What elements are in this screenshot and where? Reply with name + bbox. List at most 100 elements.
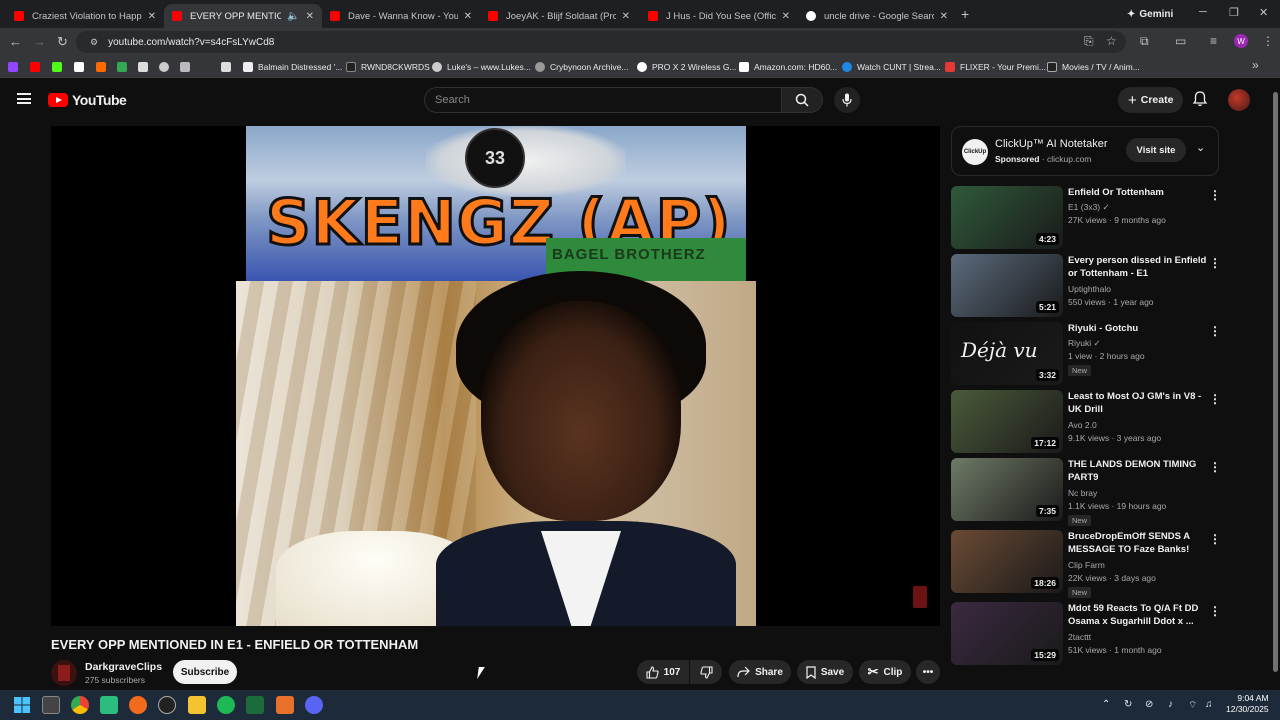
kick-icon[interactable]: [52, 62, 62, 72]
tray-app-icon[interactable]: ⊘: [1145, 699, 1153, 710]
gemini-button[interactable]: ✦ Gemini: [1119, 5, 1181, 23]
bookmark-icon[interactable]: [96, 62, 106, 72]
search-button[interactable]: [781, 87, 823, 113]
video-thumbnail[interactable]: 18:26: [951, 530, 1063, 593]
youtube-logo[interactable]: YouTube: [48, 92, 127, 108]
bookmark-icon[interactable]: [138, 62, 148, 72]
sponsored-ad-card[interactable]: ClickUp ClickUp™ AI Notetaker Sponsored …: [951, 126, 1219, 176]
forward-icon[interactable]: →: [33, 34, 46, 49]
bookmark-item[interactable]: Movies / TV / Anim...: [1047, 60, 1140, 74]
bookmark-icon[interactable]: [117, 62, 127, 72]
video-thumbnail[interactable]: Déjà vu 3:32: [951, 322, 1063, 385]
bookmark-star-icon[interactable]: ☆: [1106, 34, 1117, 48]
more-options-icon[interactable]: ⋮: [1209, 604, 1221, 618]
browser-tab[interactable]: Craziest Violation to Happen in ✕: [6, 4, 164, 28]
address-bar[interactable]: ⚙ youtube.com/watch?v=s4cFsLYwCd8: [76, 31, 1126, 53]
like-button[interactable]: 107: [637, 660, 689, 684]
recommended-video-title[interactable]: Least to Most OJ GM's in V8 - UK Drill: [1068, 390, 1208, 416]
app-icon[interactable]: [246, 696, 264, 714]
browser-tab[interactable]: uncle drive - Google Search ✕: [798, 4, 956, 28]
minimize-icon[interactable]: ─: [1199, 6, 1207, 18]
recommended-channel[interactable]: Clip Farm: [1068, 560, 1105, 570]
share-button[interactable]: Share: [729, 660, 791, 684]
windows-start-icon[interactable]: [13, 696, 31, 714]
browser-tab[interactable]: JoeyAK - Blijf Soldaat (Prod. Gu ✕: [480, 4, 638, 28]
more-options-icon[interactable]: ⋮: [1209, 460, 1221, 474]
reload-icon[interactable]: ↻: [57, 34, 68, 50]
notifications-bell-icon[interactable]: [1193, 91, 1207, 107]
bookmark-item[interactable]: Amazon.com: HD60...: [739, 60, 837, 74]
x-icon[interactable]: [74, 62, 84, 72]
speaker-icon[interactable]: 🔈: [287, 11, 299, 22]
browser-tab-active[interactable]: EVERY OPP MENTIONED IN 🔈 ✕: [164, 4, 322, 28]
bookmark-item[interactable]: FLIXER - Your Premi...: [945, 60, 1046, 74]
app-icon[interactable]: [129, 696, 147, 714]
page-scrollbar[interactable]: [1272, 82, 1279, 688]
close-tab-icon[interactable]: ✕: [782, 11, 790, 22]
recommended-channel[interactable]: Riyuki ✓: [1068, 338, 1101, 349]
recommended-video-title[interactable]: Riyuki - Gotchu: [1068, 322, 1208, 335]
recommended-video[interactable]: 5:21 Every person dissed in Enfield or To…: [951, 254, 1221, 318]
menu-hamburger-icon[interactable]: [17, 93, 31, 104]
video-thumbnail[interactable]: 17:12: [951, 390, 1063, 453]
globe-icon[interactable]: [159, 62, 169, 72]
video-player[interactable]: 33 SKENGZ (AP) BAGEL BROTHERZ: [51, 126, 940, 626]
more-bookmarks-icon[interactable]: »: [1252, 58, 1259, 72]
more-options-icon[interactable]: ⋮: [1209, 324, 1221, 338]
save-button[interactable]: Save: [797, 660, 853, 684]
app-icon[interactable]: [158, 696, 176, 714]
channel-name[interactable]: DarkgraveClips: [85, 661, 162, 673]
bookmark-item[interactable]: Balmain Distressed '...: [243, 60, 342, 74]
bookmark-item[interactable]: RWND8CKWRDS: [346, 60, 430, 74]
recommended-video-title[interactable]: Mdot 59 Reacts To Q/A Ft DD Osama x Suga…: [1068, 602, 1208, 628]
tray-chevron-up-icon[interactable]: ⌃: [1102, 699, 1110, 710]
bookmark-item[interactable]: Luke's – www.Lukes...: [432, 60, 531, 74]
video-thumbnail[interactable]: 15:29: [951, 602, 1063, 665]
recommended-channel[interactable]: Uptighthalo: [1068, 284, 1111, 294]
bookmark-item[interactable]: Crybynoon Archive...: [535, 60, 628, 74]
more-actions-button[interactable]: •••: [916, 660, 940, 684]
app-icon[interactable]: [100, 696, 118, 714]
close-tab-icon[interactable]: ✕: [940, 11, 948, 22]
dislike-button[interactable]: [690, 660, 722, 684]
voice-search-button[interactable]: [834, 87, 860, 113]
twitch-icon[interactable]: [8, 62, 18, 72]
media-controls-icon[interactable]: ≡: [1210, 34, 1217, 48]
close-tab-icon[interactable]: ✕: [464, 11, 472, 22]
more-options-icon[interactable]: ⋮: [1209, 256, 1221, 270]
wifi-icon[interactable]: ⌔: [1188, 699, 1197, 712]
restore-icon[interactable]: ❐: [1229, 6, 1239, 19]
close-tab-icon[interactable]: ✕: [148, 11, 156, 22]
recommended-video[interactable]: Déjà vu 3:32 Riyuki - Gotchu Riyuki ✓ 1 view…: [951, 322, 1221, 386]
chevron-down-icon[interactable]: ⌄: [1196, 141, 1205, 154]
app-icon[interactable]: [276, 696, 294, 714]
install-app-icon[interactable]: ⎘: [1084, 34, 1094, 49]
more-options-icon[interactable]: ⋮: [1209, 532, 1221, 546]
subscribe-button[interactable]: Subscribe: [173, 660, 237, 684]
recommended-channel[interactable]: 2tacttt: [1068, 632, 1091, 642]
visit-site-button[interactable]: Visit site: [1126, 138, 1186, 162]
back-icon[interactable]: ←: [9, 34, 22, 49]
profile-avatar[interactable]: W: [1234, 34, 1248, 48]
bookmark-icon[interactable]: [221, 62, 231, 72]
recommended-channel[interactable]: Nc bray: [1068, 488, 1097, 498]
youtube-icon[interactable]: [30, 62, 40, 72]
tray-app-icon[interactable]: ↻: [1124, 699, 1132, 710]
recommended-video[interactable]: 4:23 Enfield Or Tottenham E1 (3x3) ✓ 27K vi…: [951, 186, 1221, 250]
sidebar-icon[interactable]: ▭: [1175, 34, 1186, 48]
volume-icon[interactable]: ♫: [1205, 699, 1213, 710]
video-thumbnail[interactable]: 7:35: [951, 458, 1063, 521]
more-options-icon[interactable]: ⋮: [1209, 188, 1221, 202]
recommended-channel[interactable]: E1 (3x3) ✓: [1068, 202, 1110, 213]
more-options-icon[interactable]: ⋮: [1209, 392, 1221, 406]
site-info-icon[interactable]: ⚙: [90, 37, 98, 48]
discord-icon[interactable]: [305, 696, 323, 714]
menu-kebab-icon[interactable]: ⋮: [1262, 34, 1274, 48]
user-avatar[interactable]: [1228, 89, 1250, 111]
recommended-video-title[interactable]: Every person dissed in Enfield or Totten…: [1068, 254, 1208, 280]
task-view-icon[interactable]: [42, 696, 60, 714]
channel-watermark-icon[interactable]: [913, 586, 927, 608]
search-input[interactable]: [435, 94, 781, 106]
channel-avatar[interactable]: [51, 660, 77, 686]
close-window-icon[interactable]: ✕: [1259, 6, 1268, 19]
